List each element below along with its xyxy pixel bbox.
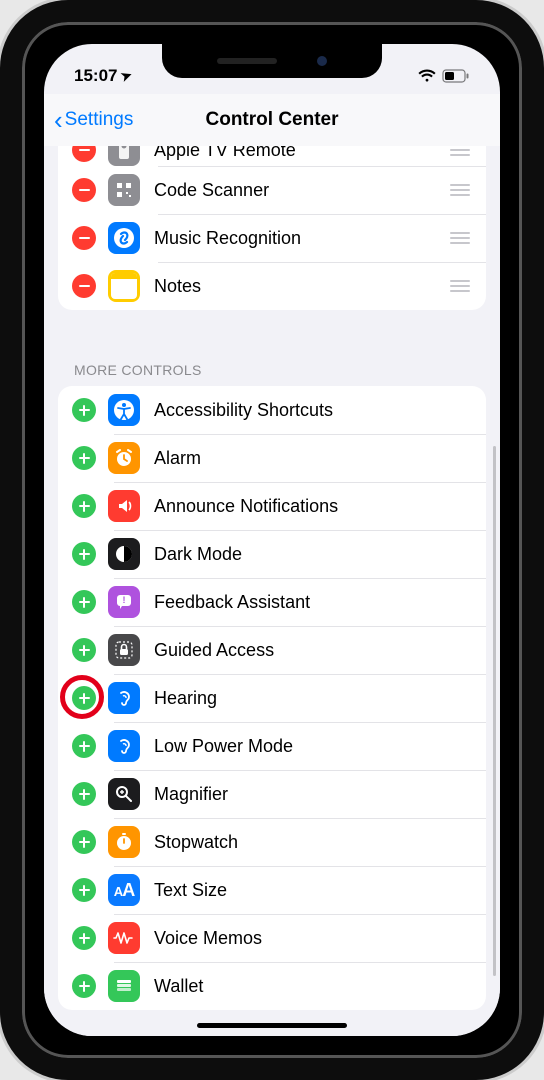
table-row[interactable]: Voice Memos <box>58 914 486 962</box>
remove-button[interactable] <box>72 146 96 162</box>
table-row[interactable]: Low Power Mode <box>58 722 486 770</box>
table-row[interactable]: Wallet <box>58 962 486 1010</box>
wifi-icon <box>418 69 436 83</box>
nav-bar: ‹ Settings Control Center <box>44 94 500 146</box>
table-row[interactable]: Notes <box>58 262 486 310</box>
add-button[interactable] <box>72 398 96 422</box>
add-button[interactable] <box>72 686 96 710</box>
svg-text:!: ! <box>123 595 126 605</box>
table-row[interactable]: Stopwatch <box>58 818 486 866</box>
table-row[interactable]: Accessibility Shortcuts <box>58 386 486 434</box>
table-row[interactable]: Alarm <box>58 434 486 482</box>
add-button[interactable] <box>72 638 96 662</box>
row-label: Magnifier <box>154 784 472 805</box>
table-row[interactable]: AA Text Size <box>58 866 486 914</box>
remove-button[interactable] <box>72 178 96 202</box>
row-label: Low Power Mode <box>154 736 472 757</box>
stopwatch-icon <box>108 826 140 858</box>
content-scroll[interactable]: Apple TV Remote Code Scanner M <box>44 146 500 1036</box>
row-label: Feedback Assistant <box>154 592 472 613</box>
add-button[interactable] <box>72 974 96 998</box>
add-button[interactable] <box>72 830 96 854</box>
location-services-icon: ➤ <box>119 67 135 86</box>
screen: 15:07 ➤ ‹ Settings Control Center <box>44 44 500 1036</box>
remote-icon <box>108 146 140 166</box>
row-label: Hearing <box>154 688 472 709</box>
accessibility-icon <box>108 394 140 426</box>
add-button[interactable] <box>72 494 96 518</box>
reorder-handle-icon[interactable] <box>448 232 472 244</box>
qr-icon <box>108 174 140 206</box>
textsize-icon: AA <box>108 874 140 906</box>
table-row[interactable]: Apple TV Remote <box>58 146 486 166</box>
row-label: Notes <box>154 276 448 297</box>
row-label: Voice Memos <box>154 928 472 949</box>
row-label: Dark Mode <box>154 544 472 565</box>
table-row[interactable]: Magnifier <box>58 770 486 818</box>
lock-icon <box>108 634 140 666</box>
add-button[interactable] <box>72 542 96 566</box>
row-label: Code Scanner <box>154 180 448 201</box>
add-button[interactable] <box>72 446 96 470</box>
magnifier-icon <box>108 778 140 810</box>
back-button[interactable]: ‹ Settings <box>54 94 133 146</box>
notes-icon <box>108 270 140 302</box>
notch <box>162 44 382 78</box>
included-controls-group: Apple TV Remote Code Scanner M <box>58 146 486 310</box>
row-label: Accessibility Shortcuts <box>154 400 472 421</box>
reorder-handle-icon[interactable] <box>448 280 472 292</box>
page-title: Control Center <box>206 109 339 131</box>
add-button[interactable] <box>72 878 96 902</box>
row-label: Apple TV Remote <box>154 146 448 161</box>
feedback-icon: ! <box>108 586 140 618</box>
shazam-icon <box>108 222 140 254</box>
ear2-icon <box>108 730 140 762</box>
voicememo-icon <box>108 922 140 954</box>
phone-frame: 15:07 ➤ ‹ Settings Control Center <box>0 0 544 1080</box>
table-row[interactable]: Music Recognition <box>58 214 486 262</box>
remove-button[interactable] <box>72 274 96 298</box>
table-row[interactable]: Guided Access <box>58 626 486 674</box>
row-label: Stopwatch <box>154 832 472 853</box>
remove-button[interactable] <box>72 226 96 250</box>
row-label: Text Size <box>154 880 472 901</box>
add-button[interactable] <box>72 590 96 614</box>
reorder-handle-icon[interactable] <box>448 184 472 196</box>
wallet-icon <box>108 970 140 1002</box>
row-label: Announce Notifications <box>154 496 472 517</box>
add-button[interactable] <box>72 782 96 806</box>
battery-icon <box>442 69 470 83</box>
chevron-left-icon: ‹ <box>54 107 63 133</box>
row-label: Wallet <box>154 976 472 997</box>
table-row[interactable]: Dark Mode <box>58 530 486 578</box>
row-label: Music Recognition <box>154 228 448 249</box>
table-row[interactable]: Code Scanner <box>58 166 486 214</box>
table-row[interactable]: Hearing <box>58 674 486 722</box>
ear-icon <box>108 682 140 714</box>
more-controls-group: Accessibility Shortcuts Alarm Announce Not… <box>58 386 486 1010</box>
section-header-more: MORE CONTROLS <box>44 340 500 386</box>
table-row[interactable]: ! Feedback Assistant <box>58 578 486 626</box>
darkmode-icon <box>108 538 140 570</box>
row-label: Guided Access <box>154 640 472 661</box>
add-button[interactable] <box>72 926 96 950</box>
scroll-indicator <box>493 446 496 976</box>
back-label: Settings <box>65 109 134 131</box>
table-row[interactable]: Announce Notifications <box>58 482 486 530</box>
status-time: 15:07 <box>74 66 117 86</box>
home-indicator[interactable] <box>197 1023 347 1028</box>
row-label: Alarm <box>154 448 472 469</box>
alarm-icon <box>108 442 140 474</box>
add-button[interactable] <box>72 734 96 758</box>
reorder-handle-icon[interactable] <box>448 146 472 156</box>
announce-icon <box>108 490 140 522</box>
